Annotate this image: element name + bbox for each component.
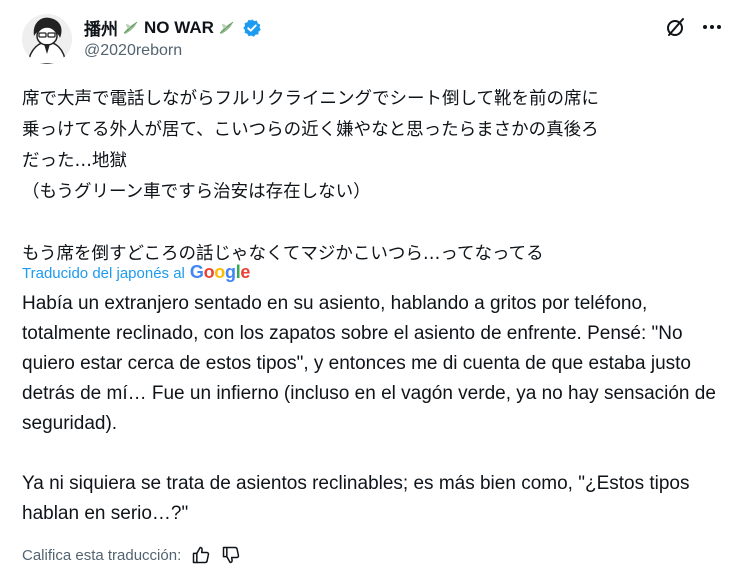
translation-attribution-label: Traducido del japonés al bbox=[22, 265, 185, 282]
thumbs-down-icon[interactable] bbox=[221, 545, 241, 565]
more-icon[interactable] bbox=[700, 15, 724, 39]
display-name-prefix: 播州 bbox=[84, 20, 118, 39]
dove-leaf-icon bbox=[217, 18, 237, 38]
display-name-middle: NO WAR bbox=[144, 17, 214, 37]
post-original-text: 席で大声で電話しながらフルリクライニングでシート倒して靴を前の席に 乗っけてる外… bbox=[22, 84, 732, 270]
grok-icon[interactable] bbox=[664, 15, 688, 39]
verified-badge-icon bbox=[242, 18, 262, 38]
display-name[interactable]: 播州 NO WAR bbox=[84, 15, 262, 40]
rate-translation-label: Califica esta traducción: bbox=[22, 546, 182, 564]
avatar-illustration bbox=[22, 14, 72, 64]
original-paragraph: 席で大声で電話しながらフルリクライニングでシート倒して靴を前の席に 乗っけてる外… bbox=[22, 89, 599, 202]
avatar[interactable] bbox=[22, 14, 72, 64]
post-translation-text: Había un extranjero sentado en su asient… bbox=[22, 289, 732, 529]
rate-translation: Califica esta traducción: bbox=[22, 545, 241, 565]
dove-leaf-icon bbox=[121, 18, 141, 38]
translation-paragraph: Ya ni siquiera se trata de asientos recl… bbox=[22, 473, 690, 524]
translation-paragraph: Había un extranjero sentado en su asient… bbox=[22, 293, 716, 434]
google-logo: Google bbox=[189, 262, 251, 282]
thumbs-up-icon[interactable] bbox=[191, 545, 211, 565]
translation-attribution[interactable]: Traducido del japonés al Google bbox=[22, 262, 250, 283]
post-card: 播州 NO WAR @2020reborn 席で大声で電話しながらフルリクライニ… bbox=[0, 0, 742, 575]
author-handle[interactable]: @2020reborn bbox=[84, 42, 182, 60]
